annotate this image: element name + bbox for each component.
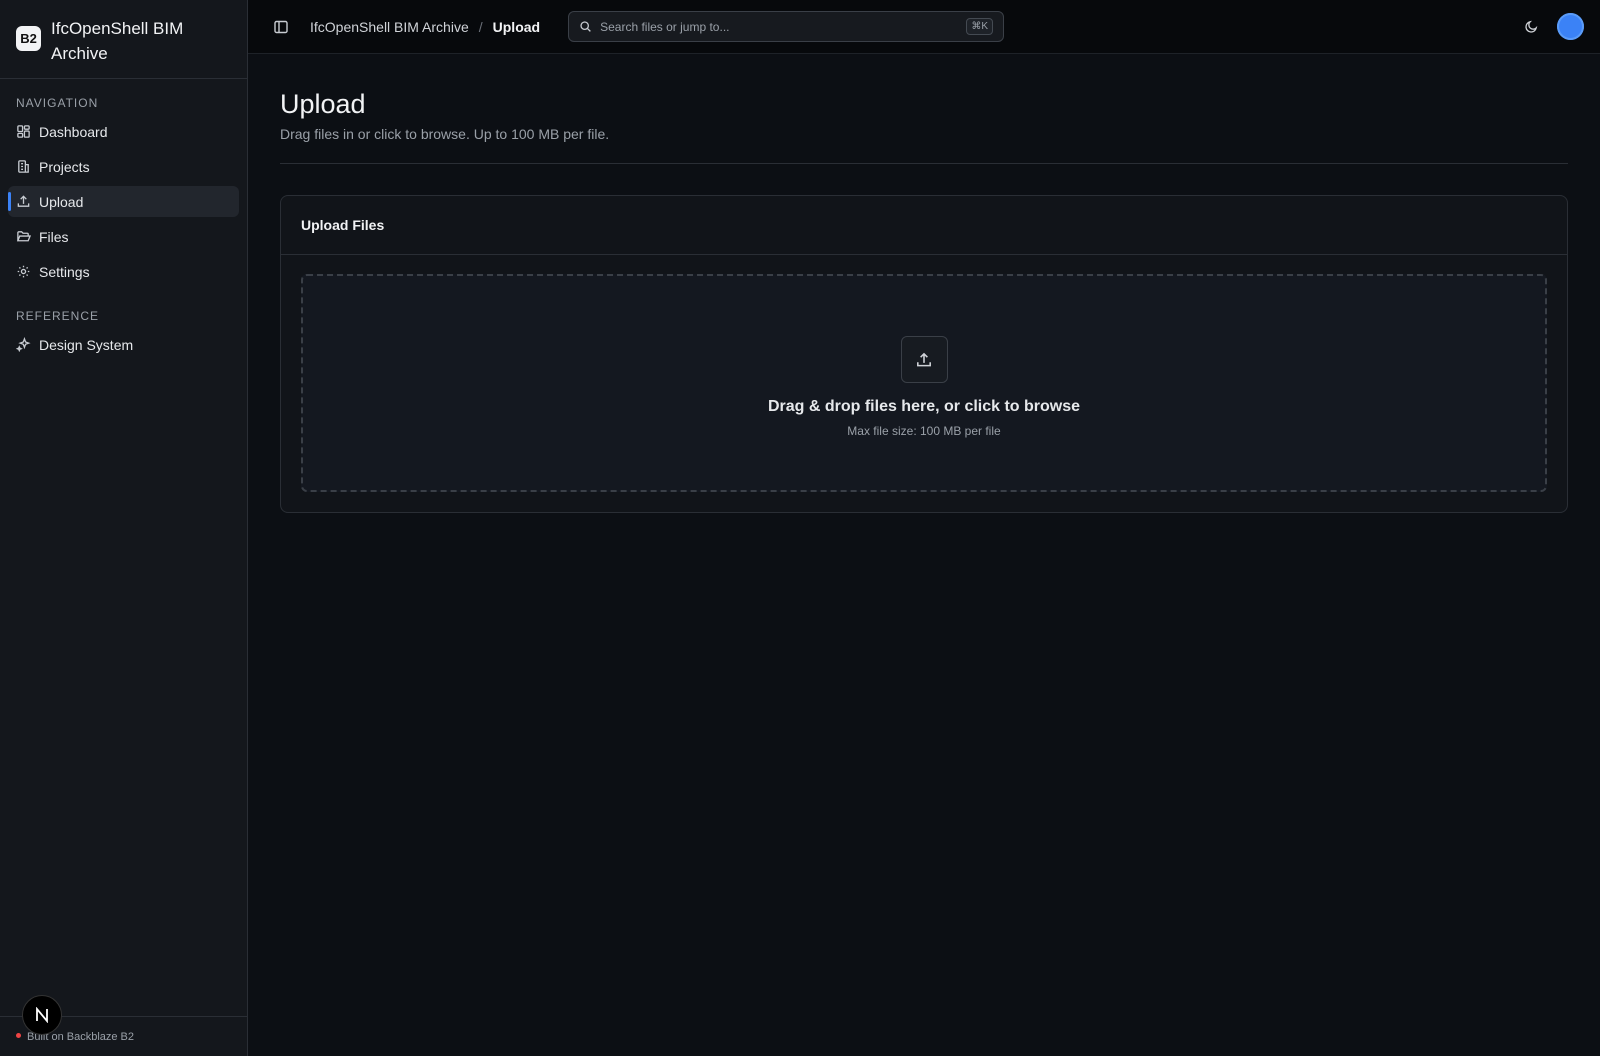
nav-section-label: NAVIGATION [16,96,99,110]
brand[interactable]: B2 IfcOpenShell BIM Archive [0,0,247,79]
sidebar-toggle-button[interactable] [272,18,290,36]
sidebar-item-design-system[interactable]: Design System [8,329,239,360]
sidebar-item-label: Projects [39,158,90,175]
sidebar-item-label: Dashboard [39,123,108,140]
sidebar-item-files[interactable]: Files [8,221,239,252]
sidebar-item-projects[interactable]: Projects [8,151,239,182]
search-box[interactable]: ⌘K [568,11,1005,42]
sidebar-item-label: Upload [39,193,84,210]
upload-icon-box [900,336,948,383]
dropzone-title: Drag & drop files here, or click to brow… [767,398,1081,415]
moon-icon [1524,20,1537,33]
building-icon [18,160,29,173]
card-body: Drag & drop files here, or click to brow… [281,255,1567,512]
sidebar-item-dashboard[interactable]: Dashboard [8,116,239,147]
gear-icon [17,265,30,278]
sidebar-item-label: Design System [39,336,134,353]
page-subtitle: Drag files in or click to browse. Up to … [280,126,610,142]
sidebar-item-upload[interactable]: Upload [8,186,239,217]
brand-logo: B2 [16,26,41,51]
n-logo-icon [36,1007,48,1023]
avatar[interactable] [1557,13,1584,40]
folder-open-icon [16,231,31,242]
search-input[interactable] [600,19,967,34]
card-title: Upload Files [281,196,1567,255]
search-icon [580,21,591,32]
upload-icon [917,352,931,366]
main-area: IfcOpenShell BIM Archive / Upload ⌘K Upl… [248,0,1600,1056]
nav-list: Dashboard Projects Upload Files Settings [0,110,247,287]
upload-icon [17,195,30,207]
app-root: B2 IfcOpenShell BIM Archive NAVIGATION D… [0,0,1600,1056]
file-dropzone[interactable]: Drag & drop files here, or click to brow… [301,274,1547,492]
breadcrumb-separator: / [478,18,483,35]
breadcrumb-root[interactable]: IfcOpenShell BIM Archive [310,19,469,35]
topbar-actions [1521,13,1584,40]
theme-toggle-button[interactable] [1521,17,1541,37]
page-title: Upload [280,89,366,119]
dev-tools-badge[interactable] [22,995,62,1035]
sidebar-item-label: Settings [39,263,90,280]
reference-list: Design System [0,323,247,360]
sidebar-toggle-icon [274,20,288,33]
reference-section-label: REFERENCE [16,309,100,323]
sidebar-item-settings[interactable]: Settings [8,256,239,287]
topbar: IfcOpenShell BIM Archive / Upload ⌘K [248,0,1600,54]
sidebar-item-label: Files [39,228,69,245]
status-dot [16,1032,21,1038]
page-content: Upload Drag files in or click to browse.… [248,54,1600,513]
divider [280,163,1568,164]
dropzone-subtitle: Max file size: 100 MB per file [847,424,1001,438]
search-shortcut: ⌘K [966,18,994,35]
upload-card: Upload Files Drag & drop files here, or … [280,195,1568,513]
sparkles-icon [16,337,31,352]
breadcrumb-current: Upload [492,18,541,35]
dashboard-icon [17,125,30,138]
brand-name: IfcOpenShell BIM Archive [51,19,184,63]
sidebar: B2 IfcOpenShell BIM Archive NAVIGATION D… [0,0,248,1056]
